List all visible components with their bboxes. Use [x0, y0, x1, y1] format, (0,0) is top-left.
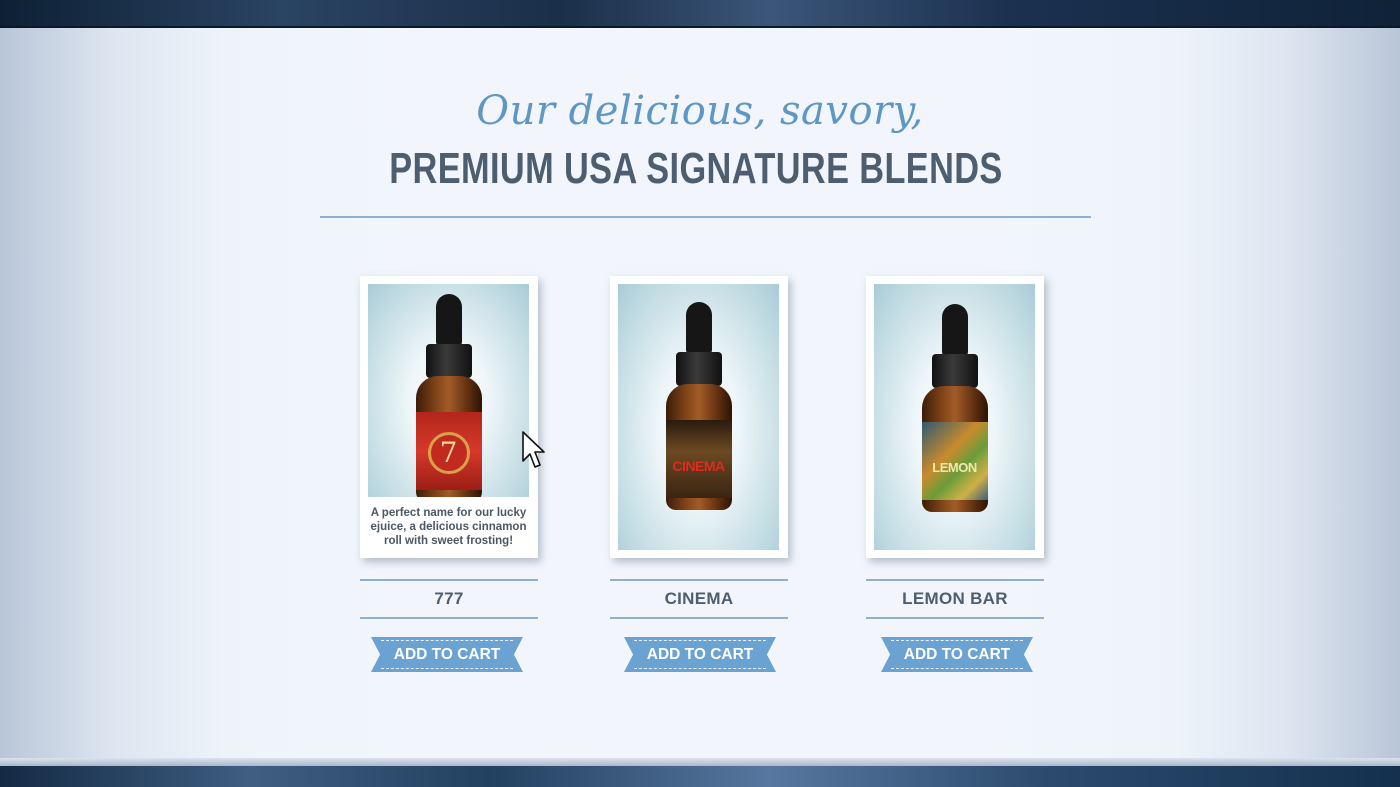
- label-number: 7: [427, 432, 470, 474]
- panel-bottom-edge: [0, 758, 1400, 766]
- product-description: A perfect name for our lucky ejuice, a d…: [370, 507, 527, 547]
- product-photo: CINEMA: [618, 284, 779, 550]
- top-banner-strip: [0, 0, 1400, 28]
- product-image-frame[interactable]: LEMON: [866, 276, 1044, 558]
- add-to-cart-button[interactable]: ADD TO CART: [881, 637, 1033, 672]
- product-image-frame[interactable]: 7 A perfect name for our lucky ejuice, a…: [360, 276, 538, 558]
- product-name: CINEMA: [610, 579, 788, 619]
- product-name: 777: [360, 579, 538, 619]
- bottle-image: LEMON: [920, 304, 990, 534]
- mouse-pointer-icon: [522, 431, 545, 468]
- script-subtitle: Our delicious, savory,: [476, 88, 924, 134]
- add-to-cart-button[interactable]: ADD TO CART: [371, 637, 523, 672]
- title-divider: [320, 216, 1091, 218]
- label-text: CINEMA: [672, 458, 725, 474]
- product-photo: LEMON: [874, 284, 1035, 550]
- add-to-cart-button[interactable]: ADD TO CART: [624, 637, 776, 672]
- product-photo: 7: [368, 284, 529, 497]
- bottom-banner-strip: [0, 766, 1400, 787]
- label-text: LEMON: [932, 460, 977, 475]
- product-name: LEMON BAR: [866, 579, 1044, 619]
- bottle-image: CINEMA: [664, 302, 734, 532]
- bottle-image: 7: [414, 294, 484, 497]
- product-image-frame[interactable]: CINEMA: [610, 276, 788, 558]
- page-title: PREMIUM USA SIGNATURE BLENDS: [389, 144, 1003, 193]
